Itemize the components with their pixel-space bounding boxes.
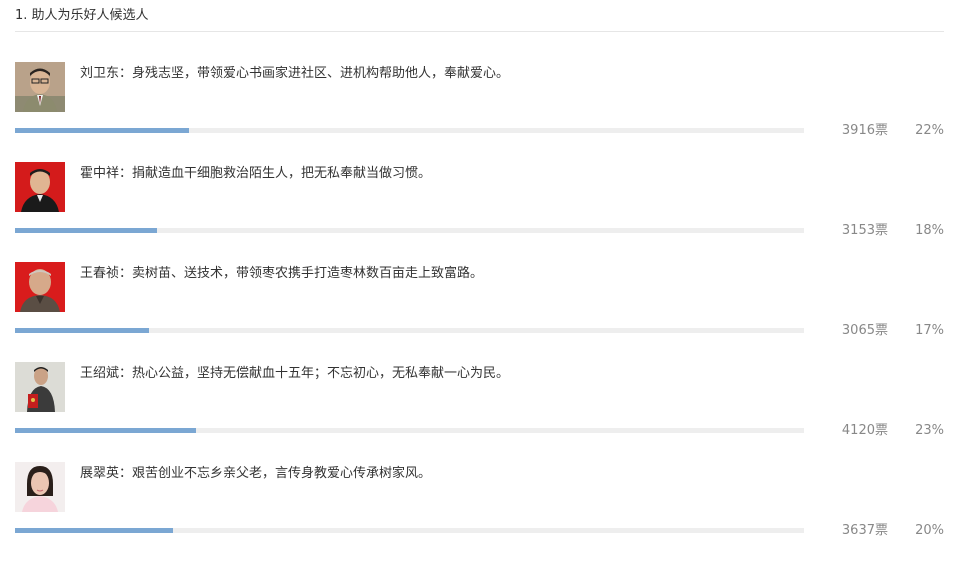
man-portrait-icon [15, 262, 65, 312]
candidate-row: 霍中祥：捐献造血干细胞救治陌生人，把无私奉献当做习惯。 3153票 18% [0, 162, 959, 262]
vote-count: 3153票 [841, 223, 888, 238]
vote-count: 3065票 [841, 323, 888, 338]
vote-percent: 17% [915, 323, 944, 338]
vote-percent: 20% [915, 523, 944, 538]
section-title: 1. 助人为乐好人候选人 [15, 8, 149, 23]
vote-count: 4120票 [841, 423, 888, 438]
vote-count: 3637票 [841, 523, 888, 538]
vote-percent: 22% [915, 123, 944, 138]
vote-results-page: 1. 助人为乐好人候选人 刘卫东：身残志坚，带领爱心书画家进社区、进机构帮助他人… [0, 0, 959, 565]
candidate-photo [15, 162, 65, 212]
candidate-row: 王绍斌：热心公益，坚持无偿献血十五年；不忘初心，无私奉献一心为民。 4120票 … [0, 362, 959, 462]
vote-bar-fill [15, 328, 149, 333]
woman-portrait-icon [15, 462, 65, 512]
man-portrait-icon [15, 62, 65, 112]
candidate-description: 王春祯：卖树苗、送技术，带领枣农携手打造枣林数百亩走上致富路。 [80, 266, 484, 281]
vote-count: 3916票 [841, 123, 888, 138]
vote-bar-fill [15, 428, 196, 433]
candidate-row: 展翠英：艰苦创业不忘乡亲父老，言传身教爱心传承树家风。 3637票 20% [0, 462, 959, 562]
vote-bar-fill [15, 528, 173, 533]
man-portrait-icon [15, 362, 65, 412]
candidate-photo [15, 362, 65, 412]
candidate-row: 王春祯：卖树苗、送技术，带领枣农携手打造枣林数百亩走上致富路。 3065票 17… [0, 262, 959, 362]
vote-bar-track [15, 428, 804, 433]
candidate-description: 霍中祥：捐献造血干细胞救治陌生人，把无私奉献当做习惯。 [80, 166, 432, 181]
candidate-photo [15, 262, 65, 312]
title-divider [15, 31, 944, 32]
candidate-photo [15, 462, 65, 512]
vote-percent: 18% [915, 223, 944, 238]
vote-percent: 23% [915, 423, 944, 438]
candidate-row: 刘卫东：身残志坚，带领爱心书画家进社区、进机构帮助他人，奉献爱心。 3916票 … [0, 62, 959, 162]
candidate-photo [15, 62, 65, 112]
candidate-description: 展翠英：艰苦创业不忘乡亲父老，言传身教爱心传承树家风。 [80, 466, 432, 481]
vote-bar-fill [15, 228, 157, 233]
vote-bar-track [15, 128, 804, 133]
man-portrait-icon [15, 162, 65, 212]
vote-bar-fill [15, 128, 189, 133]
candidate-description: 刘卫东：身残志坚，带领爱心书画家进社区、进机构帮助他人，奉献爱心。 [80, 66, 510, 81]
vote-bar-track [15, 528, 804, 533]
candidate-description: 王绍斌：热心公益，坚持无偿献血十五年；不忘初心，无私奉献一心为民。 [80, 366, 510, 381]
vote-bar-track [15, 228, 804, 233]
vote-bar-track [15, 328, 804, 333]
